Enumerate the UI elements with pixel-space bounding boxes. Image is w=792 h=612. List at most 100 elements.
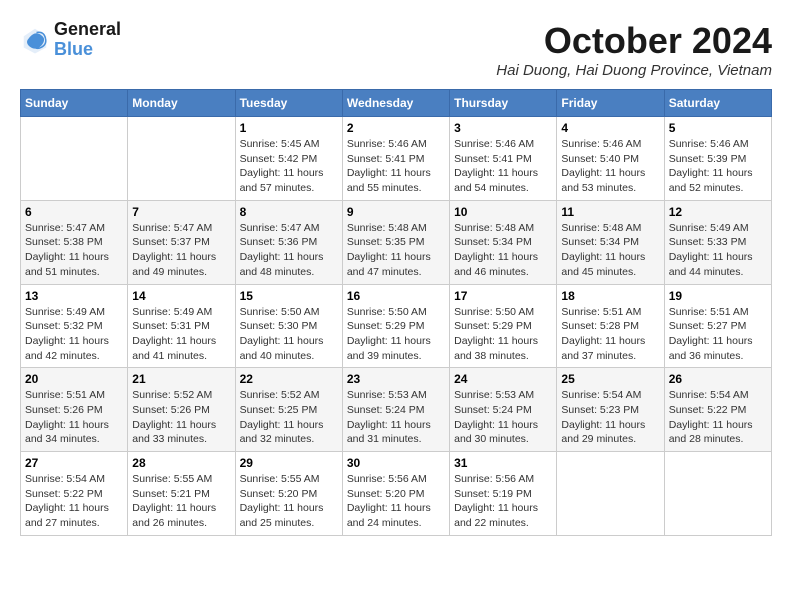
logo-icon [20,25,50,55]
day-info: Sunrise: 5:55 AM Sunset: 5:20 PM Dayligh… [240,472,338,531]
calendar-cell: 23Sunrise: 5:53 AM Sunset: 5:24 PM Dayli… [342,368,449,452]
calendar-cell: 9 Sunrise: 5:48 AM Sunset: 5:35 PM Daylig… [342,200,449,284]
logo: General Blue [20,20,121,60]
weekday-header: Tuesday [235,90,342,117]
day-info: Sunrise: 5:55 AM Sunset: 5:21 PM Dayligh… [132,472,230,531]
day-info: Sunrise: 5:49 AM Sunset: 5:32 PM Dayligh… [25,305,123,364]
day-number: 3 [454,121,552,135]
day-number: 16 [347,289,445,303]
day-info: Sunrise: 5:56 AM Sunset: 5:19 PM Dayligh… [454,472,552,531]
calendar-cell: 16 Sunrise: 5:50 AM Sunset: 5:29 PM Dayli… [342,284,449,368]
calendar-cell: 2Sunrise: 5:46 AM Sunset: 5:41 PM Daylig… [342,117,449,201]
day-info: Sunrise: 5:53 AM Sunset: 5:24 PM Dayligh… [454,388,552,447]
day-info: Sunrise: 5:48 AM Sunset: 5:34 PM Dayligh… [561,221,659,280]
day-info: Sunrise: 5:50 AM Sunset: 5:29 PM Dayligh… [454,305,552,364]
day-info: Sunrise: 5:46 AM Sunset: 5:40 PM Dayligh… [561,137,659,196]
calendar-week-row: 6 Sunrise: 5:47 AM Sunset: 5:38 PM Daylig… [21,200,772,284]
weekday-header-row: SundayMondayTuesdayWednesdayThursdayFrid… [21,90,772,117]
day-info: Sunrise: 5:50 AM Sunset: 5:30 PM Dayligh… [240,305,338,364]
day-number: 27 [25,456,123,470]
calendar-cell [664,452,771,536]
logo-text: General Blue [54,20,121,60]
calendar-cell: 14 Sunrise: 5:49 AM Sunset: 5:31 PM Dayli… [128,284,235,368]
calendar-cell: 30 Sunrise: 5:56 AM Sunset: 5:20 PM Dayli… [342,452,449,536]
calendar-cell: 4 Sunrise: 5:46 AM Sunset: 5:40 PM Daylig… [557,117,664,201]
day-info: Sunrise: 5:51 AM Sunset: 5:27 PM Dayligh… [669,305,767,364]
day-info: Sunrise: 5:48 AM Sunset: 5:35 PM Dayligh… [347,221,445,280]
day-info: Sunrise: 5:51 AM Sunset: 5:26 PM Dayligh… [25,388,123,447]
day-number: 2 [347,121,445,135]
calendar-cell: 26Sunrise: 5:54 AM Sunset: 5:22 PM Dayli… [664,368,771,452]
day-number: 29 [240,456,338,470]
calendar-cell: 5Sunrise: 5:46 AM Sunset: 5:39 PM Daylig… [664,117,771,201]
weekday-header: Friday [557,90,664,117]
month-title: October 2024 [496,20,772,62]
calendar-cell: 25 Sunrise: 5:54 AM Sunset: 5:23 PM Dayli… [557,368,664,452]
day-number: 10 [454,205,552,219]
day-number: 13 [25,289,123,303]
calendar-cell: 17 Sunrise: 5:50 AM Sunset: 5:29 PM Dayli… [450,284,557,368]
day-info: Sunrise: 5:47 AM Sunset: 5:36 PM Dayligh… [240,221,338,280]
calendar-week-row: 20 Sunrise: 5:51 AM Sunset: 5:26 PM Dayli… [21,368,772,452]
day-number: 19 [669,289,767,303]
day-number: 1 [240,121,338,135]
weekday-header: Thursday [450,90,557,117]
day-number: 6 [25,205,123,219]
day-number: 18 [561,289,659,303]
day-info: Sunrise: 5:52 AM Sunset: 5:26 PM Dayligh… [132,388,230,447]
logo-blue: Blue [54,39,93,59]
day-number: 31 [454,456,552,470]
day-info: Sunrise: 5:54 AM Sunset: 5:23 PM Dayligh… [561,388,659,447]
day-number: 12 [669,205,767,219]
calendar-cell: 12 Sunrise: 5:49 AM Sunset: 5:33 PM Dayli… [664,200,771,284]
calendar-cell: 28 Sunrise: 5:55 AM Sunset: 5:21 PM Dayli… [128,452,235,536]
day-info: Sunrise: 5:54 AM Sunset: 5:22 PM Dayligh… [669,388,767,447]
title-area: October 2024 Hai Duong, Hai Duong Provin… [496,20,772,79]
weekday-header: Saturday [664,90,771,117]
location: Hai Duong, Hai Duong Province, Vietnam [496,62,772,79]
day-number: 9 [347,205,445,219]
calendar-week-row: 27 Sunrise: 5:54 AM Sunset: 5:22 PM Dayli… [21,452,772,536]
day-number: 4 [561,121,659,135]
calendar-cell: 19 Sunrise: 5:51 AM Sunset: 5:27 PM Dayli… [664,284,771,368]
day-info: Sunrise: 5:54 AM Sunset: 5:22 PM Dayligh… [25,472,123,531]
calendar-cell: 6 Sunrise: 5:47 AM Sunset: 5:38 PM Daylig… [21,200,128,284]
day-info: Sunrise: 5:49 AM Sunset: 5:31 PM Dayligh… [132,305,230,364]
day-number: 17 [454,289,552,303]
day-info: Sunrise: 5:56 AM Sunset: 5:20 PM Dayligh… [347,472,445,531]
day-number: 25 [561,372,659,386]
day-number: 20 [25,372,123,386]
logo-general: General [54,19,121,39]
calendar-cell: 24 Sunrise: 5:53 AM Sunset: 5:24 PM Dayli… [450,368,557,452]
calendar: SundayMondayTuesdayWednesdayThursdayFrid… [20,89,772,536]
day-number: 15 [240,289,338,303]
day-info: Sunrise: 5:52 AM Sunset: 5:25 PM Dayligh… [240,388,338,447]
day-number: 7 [132,205,230,219]
calendar-week-row: 1 Sunrise: 5:45 AM Sunset: 5:42 PM Daylig… [21,117,772,201]
day-info: Sunrise: 5:47 AM Sunset: 5:37 PM Dayligh… [132,221,230,280]
calendar-cell: 8Sunrise: 5:47 AM Sunset: 5:36 PM Daylig… [235,200,342,284]
day-number: 30 [347,456,445,470]
calendar-cell: 10Sunrise: 5:48 AM Sunset: 5:34 PM Dayli… [450,200,557,284]
day-info: Sunrise: 5:46 AM Sunset: 5:41 PM Dayligh… [454,137,552,196]
day-info: Sunrise: 5:45 AM Sunset: 5:42 PM Dayligh… [240,137,338,196]
day-number: 11 [561,205,659,219]
day-info: Sunrise: 5:49 AM Sunset: 5:33 PM Dayligh… [669,221,767,280]
calendar-cell: 27 Sunrise: 5:54 AM Sunset: 5:22 PM Dayli… [21,452,128,536]
calendar-cell: 29 Sunrise: 5:55 AM Sunset: 5:20 PM Dayli… [235,452,342,536]
day-info: Sunrise: 5:50 AM Sunset: 5:29 PM Dayligh… [347,305,445,364]
day-info: Sunrise: 5:53 AM Sunset: 5:24 PM Dayligh… [347,388,445,447]
day-number: 5 [669,121,767,135]
day-number: 14 [132,289,230,303]
calendar-cell: 20 Sunrise: 5:51 AM Sunset: 5:26 PM Dayli… [21,368,128,452]
calendar-cell: 22 Sunrise: 5:52 AM Sunset: 5:25 PM Dayli… [235,368,342,452]
day-info: Sunrise: 5:47 AM Sunset: 5:38 PM Dayligh… [25,221,123,280]
calendar-cell: 18Sunrise: 5:51 AM Sunset: 5:28 PM Dayli… [557,284,664,368]
day-number: 28 [132,456,230,470]
calendar-cell: 1 Sunrise: 5:45 AM Sunset: 5:42 PM Daylig… [235,117,342,201]
weekday-header: Sunday [21,90,128,117]
day-number: 22 [240,372,338,386]
day-number: 24 [454,372,552,386]
calendar-cell: 13 Sunrise: 5:49 AM Sunset: 5:32 PM Dayli… [21,284,128,368]
calendar-cell: 3 Sunrise: 5:46 AM Sunset: 5:41 PM Daylig… [450,117,557,201]
